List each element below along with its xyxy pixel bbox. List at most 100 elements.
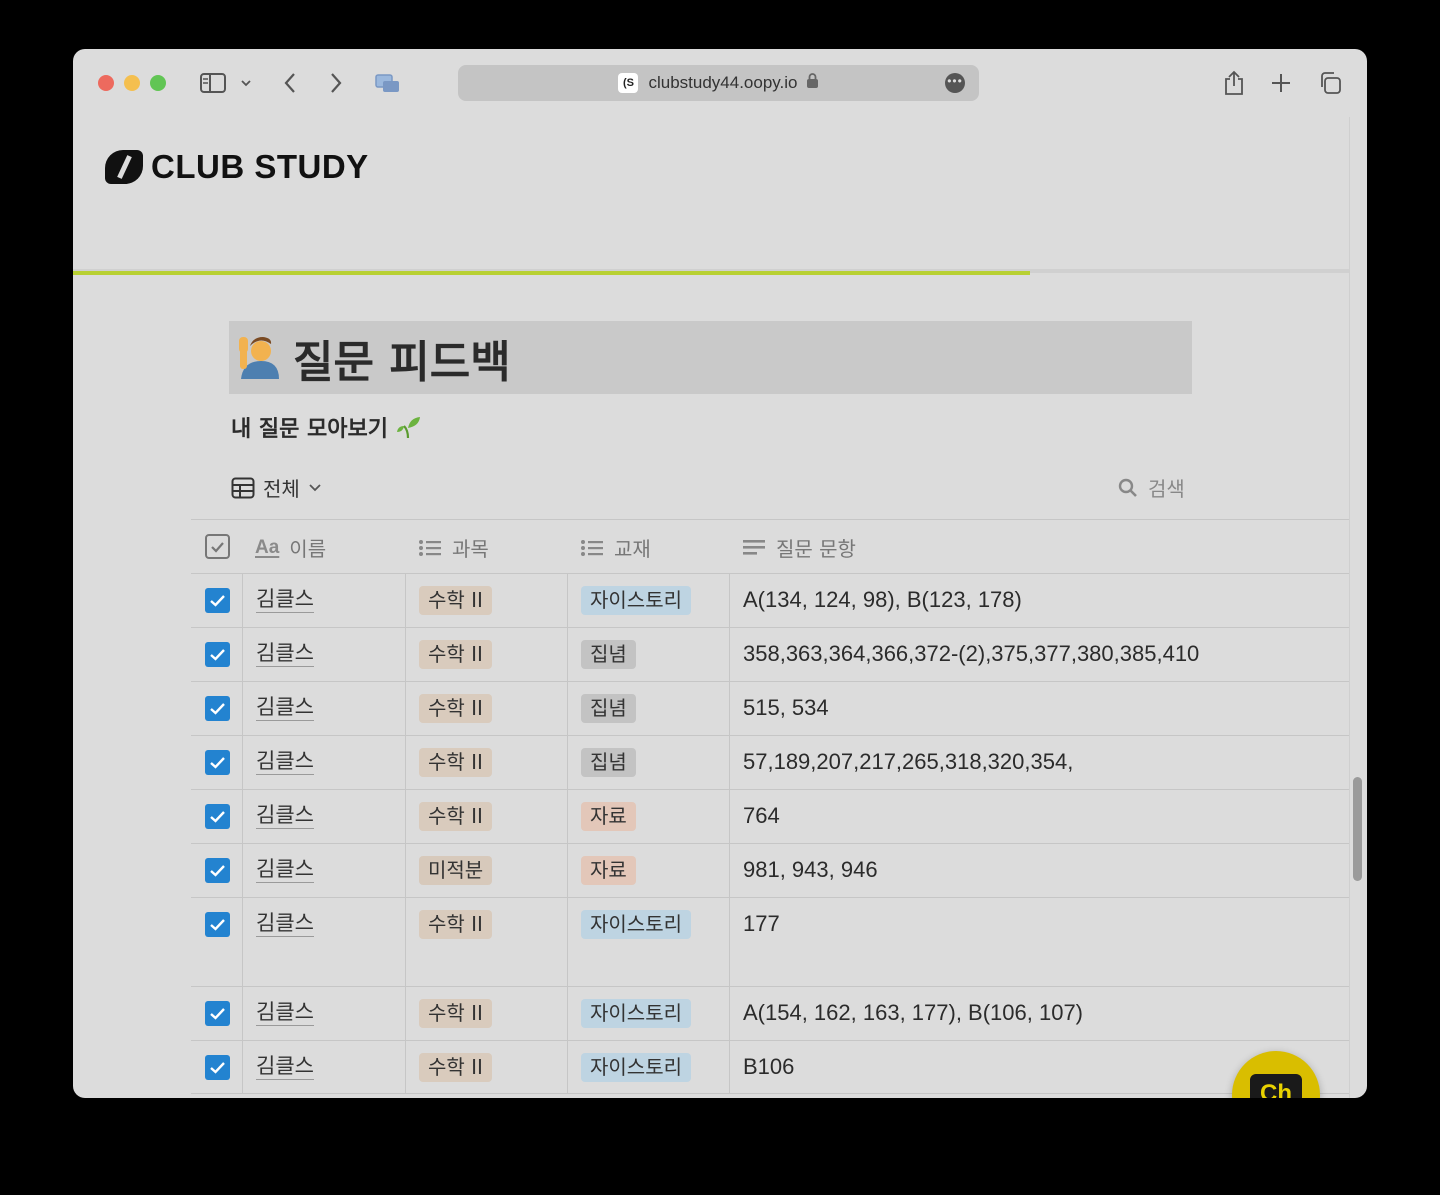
checkbox-checked-icon[interactable] <box>205 912 230 937</box>
checkbox-checked-icon[interactable] <box>205 1001 230 1026</box>
checkbox-checked-icon[interactable] <box>205 1055 230 1080</box>
header-subject[interactable]: 과목 <box>405 520 567 573</box>
row-checkbox-cell[interactable] <box>191 628 242 681</box>
table-row[interactable]: 김클스 수학 II 자료 764 <box>191 789 1349 843</box>
new-tab-icon[interactable] <box>1269 69 1293 97</box>
site-logo[interactable]: CLUB STUDY <box>105 147 369 187</box>
search-button[interactable]: 검색 <box>1118 473 1185 502</box>
table-row[interactable]: 김클스 수학 II 집념 515, 534 <box>191 681 1349 735</box>
subject-cell[interactable]: 수학 II <box>405 682 567 735</box>
close-window-button[interactable] <box>98 75 114 91</box>
subject-cell[interactable]: 수학 II <box>405 574 567 627</box>
checkbox-checked-icon[interactable] <box>205 696 230 721</box>
question-text: A(134, 124, 98), B(123, 178) <box>743 587 1022 612</box>
name-cell[interactable]: 김클스 <box>242 682 405 735</box>
name-link[interactable]: 김클스 <box>256 999 314 1026</box>
name-link[interactable]: 김클스 <box>256 640 314 667</box>
name-link[interactable]: 김클스 <box>256 910 314 937</box>
row-checkbox-cell[interactable] <box>191 736 242 789</box>
name-link[interactable]: 김클스 <box>256 748 314 775</box>
question-cell[interactable]: A(134, 124, 98), B(123, 178) <box>729 574 1349 627</box>
row-checkbox-cell[interactable] <box>191 574 242 627</box>
name-cell[interactable]: 김클스 <box>242 736 405 789</box>
checkbox-checked-icon[interactable] <box>205 750 230 775</box>
textbook-cell[interactable]: 자료 <box>567 790 729 843</box>
name-cell[interactable]: 김클스 <box>242 574 405 627</box>
name-link[interactable]: 김클스 <box>256 802 314 829</box>
name-cell[interactable]: 김클스 <box>242 628 405 681</box>
header-textbook[interactable]: 교재 <box>567 520 729 573</box>
row-checkbox-cell[interactable] <box>191 987 242 1040</box>
page-title-block: 질문 피드백 <box>229 321 1192 394</box>
name-link[interactable]: 김클스 <box>256 694 314 721</box>
question-cell[interactable]: 764 <box>729 790 1349 843</box>
subject-cell[interactable]: 수학 II <box>405 1041 567 1093</box>
checkbox-header-icon[interactable] <box>205 534 230 559</box>
checkbox-checked-icon[interactable] <box>205 588 230 613</box>
checkbox-checked-icon[interactable] <box>205 804 230 829</box>
subject-cell[interactable]: 미적분 <box>405 844 567 897</box>
header-question[interactable]: 질문 문항 <box>729 520 1349 573</box>
scrollbar-track[interactable] <box>1349 117 1367 1098</box>
textbook-cell[interactable]: 자이스토리 <box>567 898 729 986</box>
question-cell[interactable]: 358,363,364,366,372-(2),375,377,380,385,… <box>729 628 1349 681</box>
share-icon[interactable] <box>1221 69 1247 97</box>
table-row[interactable]: 김클스 수학 II 집념 57,189,207,217,265,318,320,354… <box>191 735 1349 789</box>
tab-overview-icon[interactable] <box>373 69 403 97</box>
subject-cell[interactable]: 수학 II <box>405 628 567 681</box>
textbook-cell[interactable]: 집념 <box>567 682 729 735</box>
table-row[interactable]: 김클스 미적분 자료 981, 943, 946 <box>191 843 1349 897</box>
sidebar-toggle-icon[interactable] <box>199 69 227 97</box>
row-checkbox-cell[interactable] <box>191 844 242 897</box>
textbook-cell[interactable]: 집념 <box>567 628 729 681</box>
question-cell[interactable]: 515, 534 <box>729 682 1349 735</box>
subject-cell[interactable]: 수학 II <box>405 898 567 986</box>
header-select-all[interactable] <box>191 520 242 573</box>
textbook-tag: 자료 <box>581 856 636 885</box>
row-checkbox-cell[interactable] <box>191 790 242 843</box>
textbook-cell[interactable]: 자이스토리 <box>567 574 729 627</box>
name-link[interactable]: 김클스 <box>256 586 314 613</box>
back-icon[interactable] <box>279 69 301 97</box>
subject-cell[interactable]: 수학 II <box>405 987 567 1040</box>
name-cell[interactable]: 김클스 <box>242 790 405 843</box>
textbook-cell[interactable]: 자료 <box>567 844 729 897</box>
checkbox-checked-icon[interactable] <box>205 858 230 883</box>
checkbox-checked-icon[interactable] <box>205 642 230 667</box>
name-link[interactable]: 김클스 <box>256 1053 314 1080</box>
subject-cell[interactable]: 수학 II <box>405 790 567 843</box>
chevron-down-icon <box>309 484 321 492</box>
minimize-window-button[interactable] <box>124 75 140 91</box>
search-icon <box>1118 478 1137 497</box>
table-row[interactable]: 김클스 수학 II 자이스토리 A(154, 162, 163, 177), B(10… <box>191 986 1349 1040</box>
tabs-icon[interactable] <box>1317 69 1343 97</box>
page-menu-icon[interactable]: ••• <box>945 73 965 93</box>
address-bar[interactable]: (S clubstudy44.oopy.io ••• <box>458 65 979 101</box>
name-cell[interactable]: 김클스 <box>242 1041 405 1093</box>
textbook-cell[interactable]: 자이스토리 <box>567 987 729 1040</box>
textbook-cell[interactable]: 자이스토리 <box>567 1041 729 1093</box>
zoom-window-button[interactable] <box>150 75 166 91</box>
name-link[interactable]: 김클스 <box>256 856 314 883</box>
table-row[interactable]: 김클스 수학 II 자이스토리 A(134, 124, 98), B(123, 178… <box>191 573 1349 627</box>
header-name[interactable]: Aa 이름 <box>242 520 405 573</box>
row-checkbox-cell[interactable] <box>191 898 242 986</box>
scrollbar-thumb[interactable] <box>1353 777 1362 881</box>
table-row[interactable]: 김클스 수학 II 자이스토리 B106 <box>191 1040 1349 1094</box>
question-cell[interactable]: A(154, 162, 163, 177), B(106, 107) <box>729 987 1349 1040</box>
textbook-cell[interactable]: 집념 <box>567 736 729 789</box>
question-cell[interactable]: 57,189,207,217,265,318,320,354, <box>729 736 1349 789</box>
question-cell[interactable]: 177 <box>729 898 1349 986</box>
view-selector[interactable]: 전체 <box>231 473 330 502</box>
forward-icon[interactable] <box>325 69 347 97</box>
question-cell[interactable]: 981, 943, 946 <box>729 844 1349 897</box>
row-checkbox-cell[interactable] <box>191 682 242 735</box>
table-row[interactable]: 김클스 수학 II 집념 358,363,364,366,372-(2),375,37… <box>191 627 1349 681</box>
subject-cell[interactable]: 수학 II <box>405 736 567 789</box>
table-row[interactable]: 김클스 수학 II 자이스토리 177 <box>191 897 1349 986</box>
row-checkbox-cell[interactable] <box>191 1041 242 1093</box>
name-cell[interactable]: 김클스 <box>242 987 405 1040</box>
name-cell[interactable]: 김클스 <box>242 844 405 897</box>
chevron-down-icon[interactable] <box>237 69 255 97</box>
name-cell[interactable]: 김클스 <box>242 898 405 986</box>
